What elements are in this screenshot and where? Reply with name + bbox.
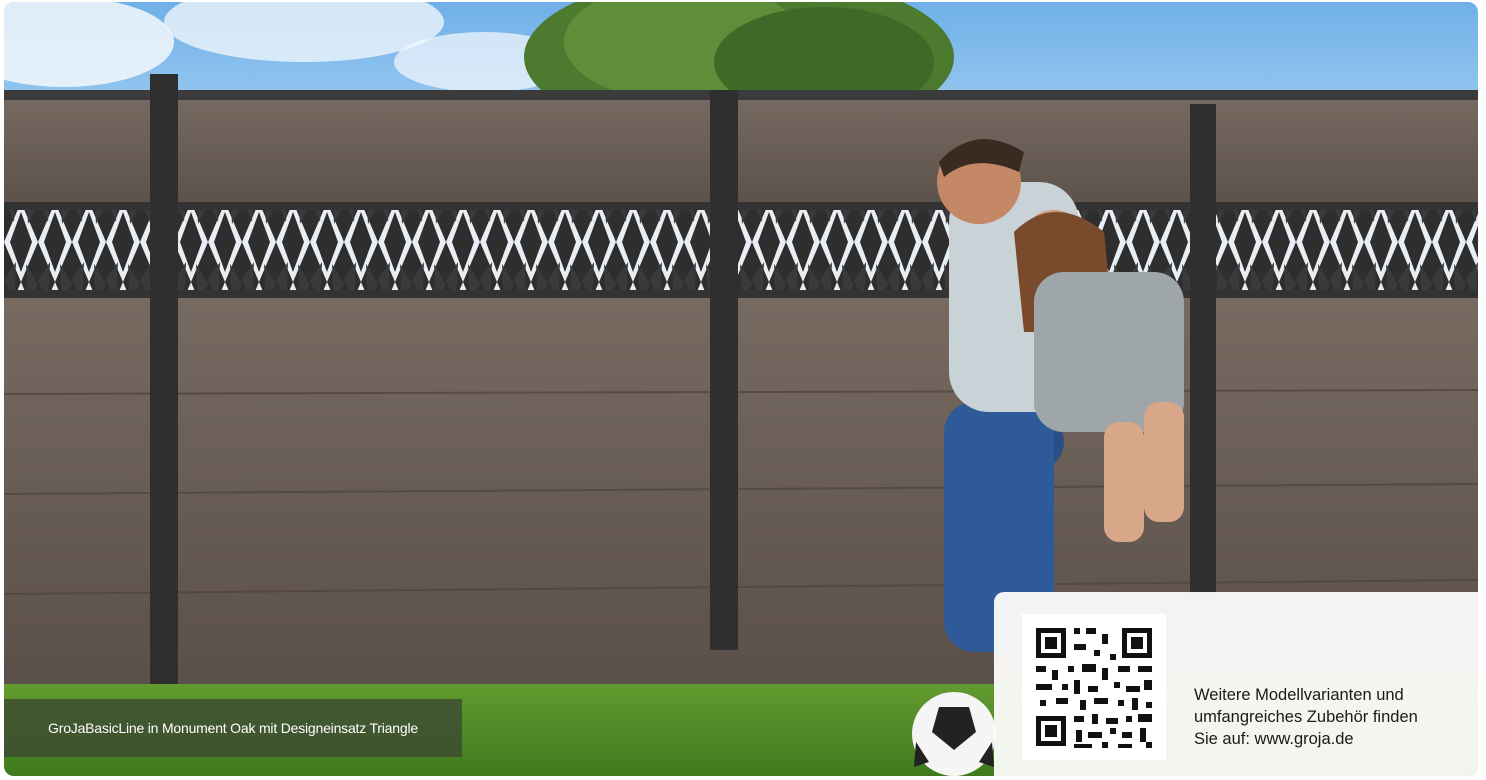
- info-line-2: umfangreiches Zubehör finden: [1194, 708, 1418, 726]
- info-text: Weitere Modellvarianten und umfangreiche…: [1194, 684, 1464, 750]
- caption-text: GroJaBasicLine in Monument Oak mit Desig…: [48, 720, 418, 736]
- qr-code[interactable]: [1022, 614, 1166, 760]
- info-box: Weitere Modellvarianten und umfangreiche…: [994, 592, 1478, 776]
- info-line-1: Weitere Modellvarianten und: [1194, 686, 1404, 704]
- info-line-3: Sie auf: www.groja.de: [1194, 730, 1354, 748]
- scene: GroJaBasicLine in Monument Oak mit Desig…: [4, 2, 1478, 776]
- photo-caption: GroJaBasicLine in Monument Oak mit Desig…: [4, 699, 462, 757]
